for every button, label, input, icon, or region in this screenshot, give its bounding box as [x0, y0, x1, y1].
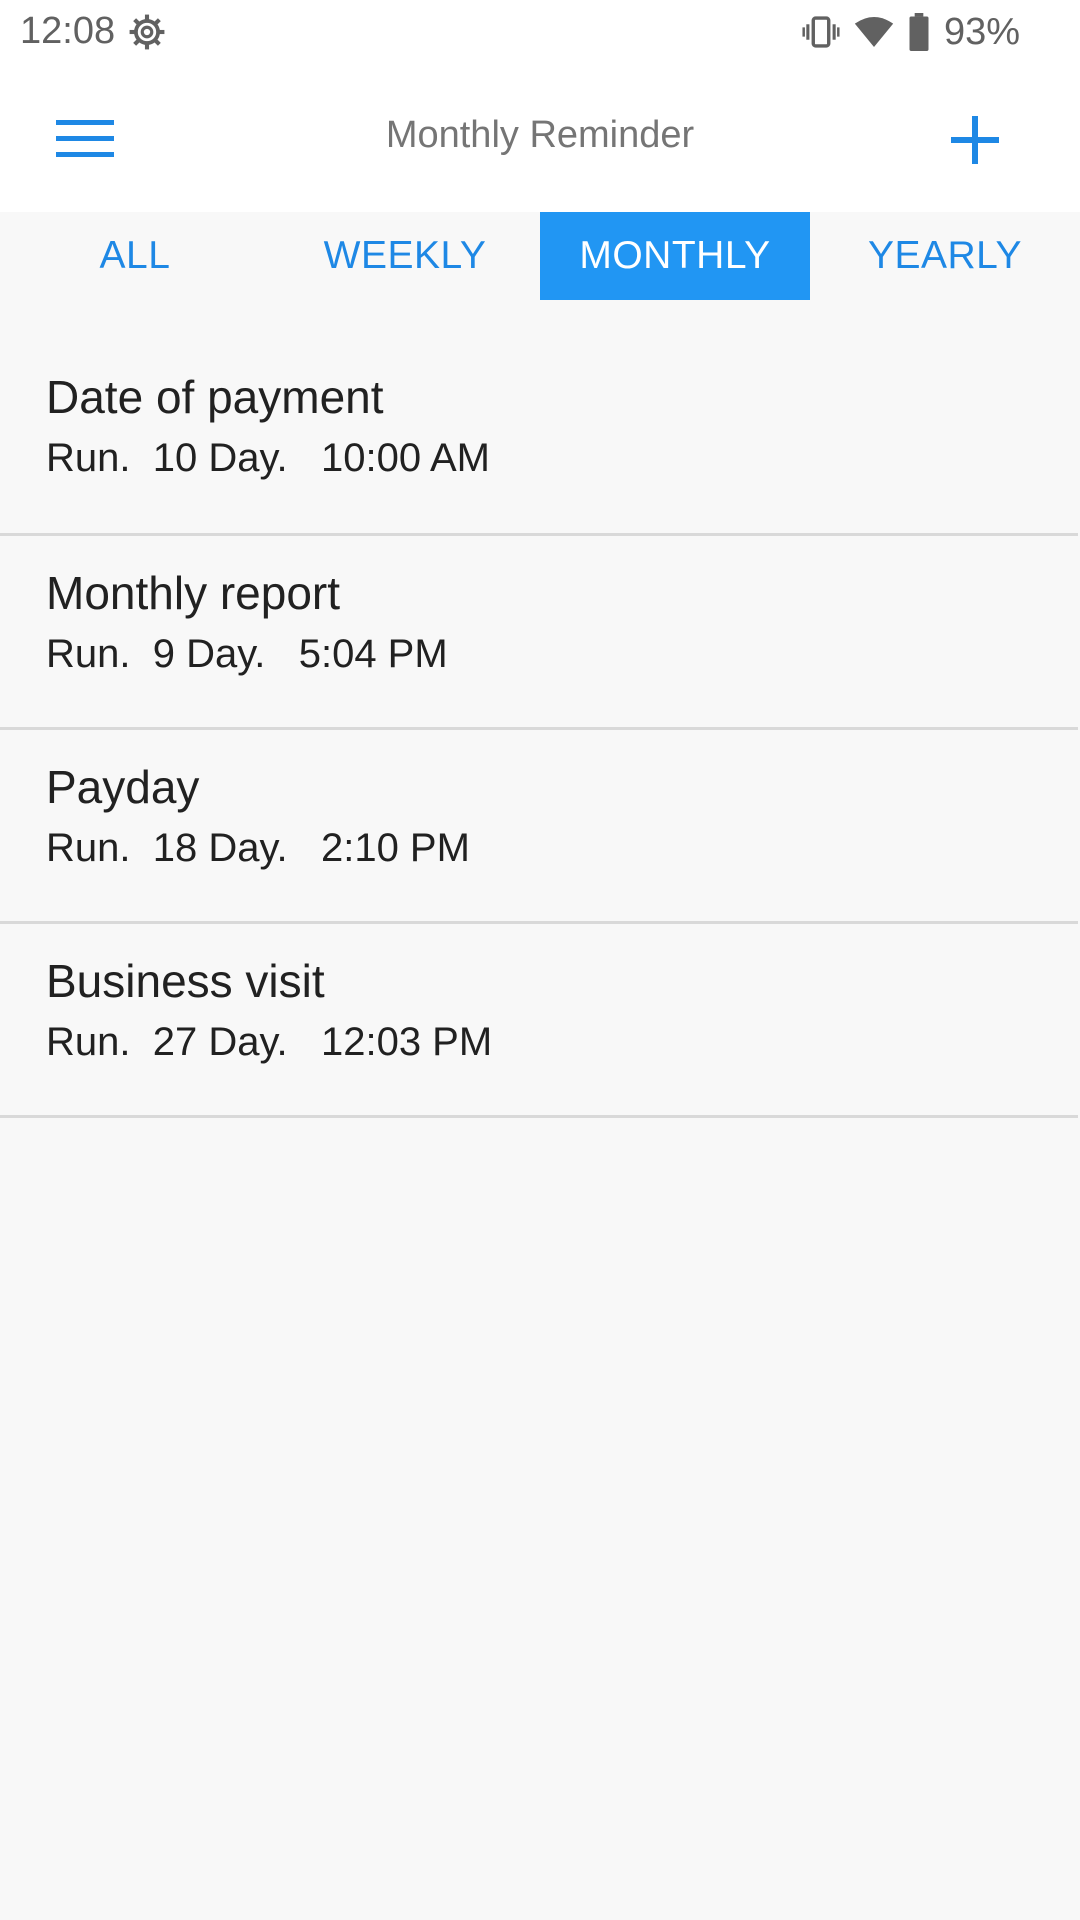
status-bar: 12:08 93%	[0, 0, 1080, 64]
tab-bar: ALL WEEKLY MONTHLY YEARLY	[0, 212, 1080, 300]
reminder-title: Business visit	[46, 955, 325, 1007]
reminder-list: Date of payment Run. 10 Day. 10:00 AM Mo…	[0, 340, 1078, 1118]
reminder-run: Run.	[46, 632, 131, 676]
reminder-day: 9 Day.	[152, 632, 266, 676]
app-bar: Monthly Reminder	[0, 64, 1080, 212]
reminder-time: 10:00 AM	[320, 436, 490, 480]
status-time: 12:08	[20, 10, 116, 52]
status-icons: 93%	[802, 10, 1020, 54]
reminder-schedule: Run. 10 Day. 10:00 AM	[46, 436, 490, 481]
tab-yearly[interactable]: YEARLY	[810, 212, 1080, 300]
reminder-schedule: Run. 18 Day. 2:10 PM	[46, 826, 470, 871]
list-item[interactable]: Monthly report Run. 9 Day. 5:04 PM	[0, 536, 1078, 730]
reminder-time: 5:04 PM	[298, 632, 448, 676]
reminder-title: Payday	[46, 761, 200, 813]
reminder-day: 10 Day.	[152, 436, 288, 480]
reminder-schedule: Run. 9 Day. 5:04 PM	[46, 632, 448, 677]
reminder-run: Run.	[46, 1020, 131, 1064]
list-item[interactable]: Date of payment Run. 10 Day. 10:00 AM	[0, 340, 1078, 536]
reminder-day: 18 Day.	[152, 826, 288, 870]
reminder-run: Run.	[46, 436, 131, 480]
reminder-time: 2:10 PM	[320, 826, 470, 870]
wifi-icon	[854, 17, 894, 47]
tab-monthly[interactable]: MONTHLY	[540, 212, 810, 300]
reminder-title: Monthly report	[46, 567, 341, 619]
reminder-title: Date of payment	[46, 371, 384, 423]
vibrate-icon	[802, 16, 840, 48]
tab-weekly[interactable]: WEEKLY	[270, 212, 540, 300]
list-item[interactable]: Payday Run. 18 Day. 2:10 PM	[0, 730, 1078, 924]
plus-icon	[951, 116, 999, 164]
list-item[interactable]: Business visit Run. 27 Day. 12:03 PM	[0, 924, 1078, 1118]
battery-percent: 93%	[943, 10, 1020, 53]
battery-icon	[909, 13, 929, 51]
add-reminder-button[interactable]	[930, 100, 1020, 180]
settings-gear-icon	[129, 14, 165, 50]
reminder-time: 12:03 PM	[320, 1020, 493, 1064]
reminder-run: Run.	[46, 826, 131, 870]
reminder-day: 27 Day.	[152, 1020, 288, 1064]
tab-all[interactable]: ALL	[0, 212, 270, 300]
page-title: Monthly Reminder	[385, 114, 695, 156]
reminder-schedule: Run. 27 Day. 12:03 PM	[46, 1020, 492, 1065]
